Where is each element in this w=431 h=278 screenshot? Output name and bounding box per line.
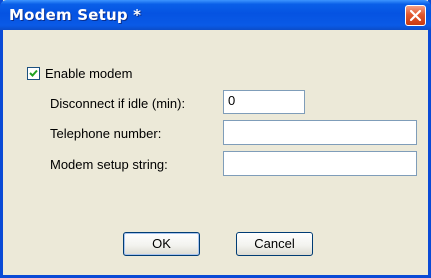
enable-modem-label: Enable modem: [45, 66, 133, 81]
idle-minutes-input[interactable]: 0: [223, 90, 305, 114]
window-title: Modem Setup *: [9, 6, 142, 24]
setup-string-label: Modem setup string:: [50, 157, 168, 172]
cancel-button[interactable]: Cancel: [236, 232, 313, 256]
ok-button[interactable]: OK: [123, 232, 200, 256]
close-button[interactable]: [405, 5, 426, 26]
telephone-input[interactable]: [223, 120, 417, 145]
checkmark-icon: [29, 69, 38, 77]
enable-modem-checkbox[interactable]: [27, 67, 40, 80]
close-icon: [409, 9, 422, 22]
telephone-label: Telephone number:: [50, 126, 162, 141]
modem-setup-dialog: Modem Setup * Enable modem Disconnect if…: [0, 0, 431, 278]
idle-label: Disconnect if idle (min):: [50, 96, 186, 111]
enable-modem-row[interactable]: Enable modem: [27, 66, 132, 81]
title-bar[interactable]: Modem Setup *: [0, 0, 431, 30]
setup-string-input[interactable]: [223, 151, 417, 176]
